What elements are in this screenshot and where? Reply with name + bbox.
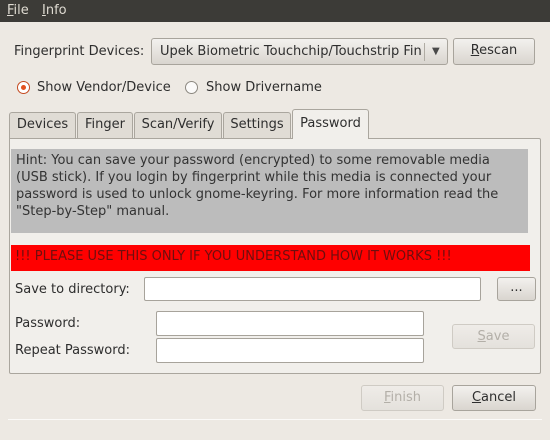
fingerprint-devices-label: Fingerprint Devices:	[14, 44, 145, 59]
warning-banner: !!! PLEASE USE THIS ONLY IF YOU UNDERSTA…	[11, 245, 530, 271]
tab-scan-verify[interactable]: Scan/Verify	[134, 112, 222, 138]
menu-file[interactable]: File	[7, 3, 29, 19]
menubar	[0, 0, 550, 22]
bottom-separator	[8, 419, 542, 420]
radio-show-drivername[interactable]	[185, 81, 198, 94]
tab-password[interactable]: Password	[292, 109, 369, 139]
save-button[interactable]: Save	[452, 324, 535, 349]
cancel-button[interactable]: Cancel	[452, 385, 536, 411]
repeat-password-label: Repeat Password:	[15, 343, 130, 358]
hint-text: Hint: You can save your password (encryp…	[11, 149, 528, 233]
device-combo-value: Upek Biometric Touchchip/Touchstrip Fing…	[160, 44, 422, 59]
password-label: Password:	[15, 316, 81, 331]
menu-info[interactable]: Info	[42, 3, 67, 19]
save-to-directory-label: Save to directory:	[15, 282, 130, 297]
radio-show-vendor-device[interactable]	[17, 81, 30, 94]
finish-button[interactable]: Finish	[361, 385, 444, 411]
radio-show-drivername-label[interactable]: Show Drivername	[206, 80, 322, 96]
tab-settings[interactable]: Settings	[223, 112, 291, 138]
browse-directory-button[interactable]: ...	[497, 277, 536, 301]
chevron-down-icon: ▼	[432, 46, 440, 57]
repeat-password-field[interactable]	[156, 338, 424, 363]
device-combo[interactable]: Upek Biometric Touchchip/Touchstrip Fing…	[151, 38, 448, 65]
save-directory-input[interactable]	[144, 277, 481, 301]
tab-finger[interactable]: Finger	[77, 112, 133, 138]
rescan-button[interactable]: Rescan	[453, 38, 535, 65]
password-field[interactable]	[156, 311, 424, 336]
combo-separator	[424, 43, 425, 61]
radio-show-vendor-device-label[interactable]: Show Vendor/Device	[37, 80, 171, 96]
tab-devices[interactable]: Devices	[9, 112, 76, 138]
